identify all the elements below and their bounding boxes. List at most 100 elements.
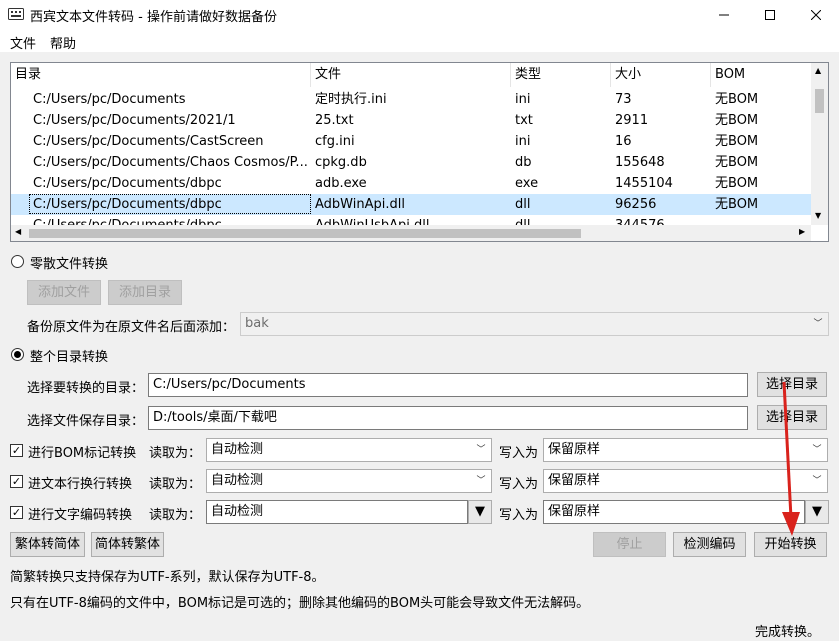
scroll-right-icon[interactable]: ▶ xyxy=(799,227,805,236)
table-cell: 定时执行.ini xyxy=(315,92,387,107)
stop-button[interactable]: 停止 xyxy=(593,532,666,557)
vertical-scroll-thumb[interactable] xyxy=(815,89,824,113)
table-cell: 无BOM xyxy=(715,134,759,149)
encoding-convert-checkbox[interactable]: ✓ xyxy=(10,506,23,519)
table-cell: cfg.ini xyxy=(315,134,355,149)
table-cell: 96256 xyxy=(615,197,657,212)
table-cell: C:/Users/pc/Documents/2021/1 xyxy=(33,113,236,128)
caret-down-icon: ▼ xyxy=(475,504,485,519)
traditional-to-simplified-button[interactable]: 繁体转简体 xyxy=(10,532,85,557)
note-line-1: 简繁转换只支持保存为UTF-系列，默认保存为UTF-8。 xyxy=(10,570,325,585)
table-cell: db xyxy=(515,155,532,170)
table-cell: 无BOM xyxy=(715,197,759,212)
column-header-type[interactable]: 类型 xyxy=(511,63,611,87)
close-icon xyxy=(811,10,821,20)
table-row[interactable]: C:/Users/pc/Documents/dbpc adb.exe exe 1455… xyxy=(11,173,811,194)
annotation-arrow-icon xyxy=(782,381,800,536)
file-list[interactable]: ︿ 目录 文件 类型 大小 BOM C:/Users/pc/Documents定… xyxy=(10,62,829,242)
directory-radio[interactable] xyxy=(11,348,24,361)
table-cell: 无BOM xyxy=(715,113,759,128)
scattered-label: 零散文件转换 xyxy=(30,257,109,272)
directory-label: 整个目录转换 xyxy=(30,350,109,365)
horizontal-scrollbar[interactable]: ◀ ▶ xyxy=(11,225,811,241)
scroll-left-icon[interactable]: ◀ xyxy=(15,227,21,236)
table-cell: ini xyxy=(515,92,531,107)
backup-suffix-value: bak xyxy=(245,316,269,331)
table-cell: adb.exe xyxy=(315,176,367,191)
scroll-down-icon[interactable]: ▼ xyxy=(815,211,821,220)
menu-file[interactable]: 文件 xyxy=(10,33,36,52)
status-text: 完成转换。 xyxy=(755,625,821,640)
window-title: 西宾文本文件转码 - 操作前请做好数据备份 xyxy=(30,10,277,25)
chevron-down-icon: ﹀ xyxy=(476,476,486,486)
bom-read-select[interactable]: 自动检测 ﹀ xyxy=(206,438,492,462)
simplified-to-traditional-button[interactable]: 简体转繁体 xyxy=(91,532,164,557)
encoding-read-label: 读取为： xyxy=(149,508,202,523)
table-row[interactable]: C:/Users/pc/Documents/dbpc AdbWinApi.dll d… xyxy=(11,194,811,215)
keyboard-icon xyxy=(8,8,24,20)
vertical-scrollbar[interactable]: ▲ ▼ xyxy=(811,63,828,225)
table-cell: 155648 xyxy=(615,155,665,170)
chevron-down-icon: ﹀ xyxy=(476,445,486,455)
column-header-size[interactable]: 大小 xyxy=(611,63,711,87)
chevron-down-icon: ﹀ xyxy=(813,319,823,329)
table-cell: C:/Users/pc/Documents/dbpc xyxy=(29,194,311,214)
dest-dir-label: 选择文件保存目录： xyxy=(27,414,145,429)
table-cell: AdbWinApi.dll xyxy=(315,197,405,212)
encoding-read-combo[interactable]: 自动检测 xyxy=(206,500,468,524)
scroll-up-icon[interactable]: ▲ xyxy=(815,66,821,75)
newline-read-select[interactable]: 自动检测 ﹀ xyxy=(206,469,492,493)
encoding-write-label: 写入为 xyxy=(499,508,539,523)
menu-bar xyxy=(0,30,839,52)
menu-help[interactable]: 帮助 xyxy=(50,33,76,52)
bom-write-value: 保留原样 xyxy=(548,442,601,457)
status-bar xyxy=(0,619,839,641)
bom-read-value: 自动检测 xyxy=(211,442,264,457)
column-header-bom[interactable]: BOM xyxy=(711,63,811,87)
horizontal-scroll-thumb[interactable] xyxy=(29,229,581,238)
newline-read-value: 自动检测 xyxy=(211,473,264,488)
close-button[interactable] xyxy=(793,0,839,30)
dest-dir-input[interactable]: D:/tools/桌面/下载吧 xyxy=(148,406,748,430)
table-cell: dll xyxy=(515,197,531,212)
add-directory-button[interactable]: 添加目录 xyxy=(108,280,182,305)
table-cell: 无BOM xyxy=(715,155,759,170)
add-file-button[interactable]: 添加文件 xyxy=(27,280,101,305)
encoding-write-combo[interactable]: 保留原样 xyxy=(543,500,805,524)
bom-read-label: 读取为： xyxy=(149,446,202,461)
table-row[interactable]: C:/Users/pc/Documents 定时执行.ini ini 73 无BOM xyxy=(11,89,811,110)
title-bar: 西宾文本文件转码 - 操作前请做好数据备份 xyxy=(0,0,839,30)
table-cell: C:/Users/pc/Documents/dbpc xyxy=(33,176,222,191)
note-line-2: 只有在UTF-8编码的文件中，BOM标记是可选的；删除其他编码的BOM头可能会导… xyxy=(10,596,590,611)
table-row[interactable]: C:/Users/pc/Documents/CastScreen cfg.ini i… xyxy=(11,131,811,152)
maximize-icon xyxy=(765,10,775,20)
backup-label: 备份原文件为在原文件名后面添加： xyxy=(27,320,236,335)
newline-convert-checkbox[interactable]: ✓ xyxy=(10,475,23,488)
table-cell: exe xyxy=(515,176,539,191)
bom-convert-checkbox[interactable]: ✓ xyxy=(10,444,23,457)
bom-write-label: 写入为 xyxy=(499,446,539,461)
table-cell: 无BOM xyxy=(715,92,759,107)
source-dir-input[interactable]: C:/Users/pc/Documents xyxy=(148,373,748,397)
backup-suffix-combo[interactable]: bak ﹀ xyxy=(240,312,829,336)
minimize-button[interactable] xyxy=(701,0,747,30)
table-row[interactable]: C:/Users/pc/Documents/2021/1 25.txt txt 291… xyxy=(11,110,811,131)
column-header-directory[interactable]: 目录 xyxy=(11,63,311,87)
table-cell: 无BOM xyxy=(715,176,759,191)
minimize-icon xyxy=(719,14,729,16)
newline-convert-label: 进文本行换行转换 xyxy=(28,477,133,492)
maximize-button[interactable] xyxy=(747,0,793,30)
table-cell: C:/Users/pc/Documents/Chaos Cosmos/P... xyxy=(33,155,308,170)
column-header-file[interactable]: 文件 xyxy=(311,63,511,87)
table-cell: ini xyxy=(515,134,531,149)
detect-encoding-button[interactable]: 检测编码 xyxy=(673,532,746,557)
encoding-read-dropdown[interactable]: ▼ xyxy=(468,500,492,524)
table-cell: txt xyxy=(515,113,533,128)
scattered-radio[interactable] xyxy=(11,255,24,268)
chevron-down-icon: ﹀ xyxy=(812,445,822,455)
table-cell: cpkg.db xyxy=(315,155,367,170)
table-row[interactable]: C:/Users/pc/Documents/Chaos Cosmos/P... c… xyxy=(11,152,811,173)
table-cell: C:/Users/pc/Documents xyxy=(33,92,186,107)
newline-read-label: 读取为： xyxy=(149,477,202,492)
table-cell: 2911 xyxy=(615,113,649,128)
